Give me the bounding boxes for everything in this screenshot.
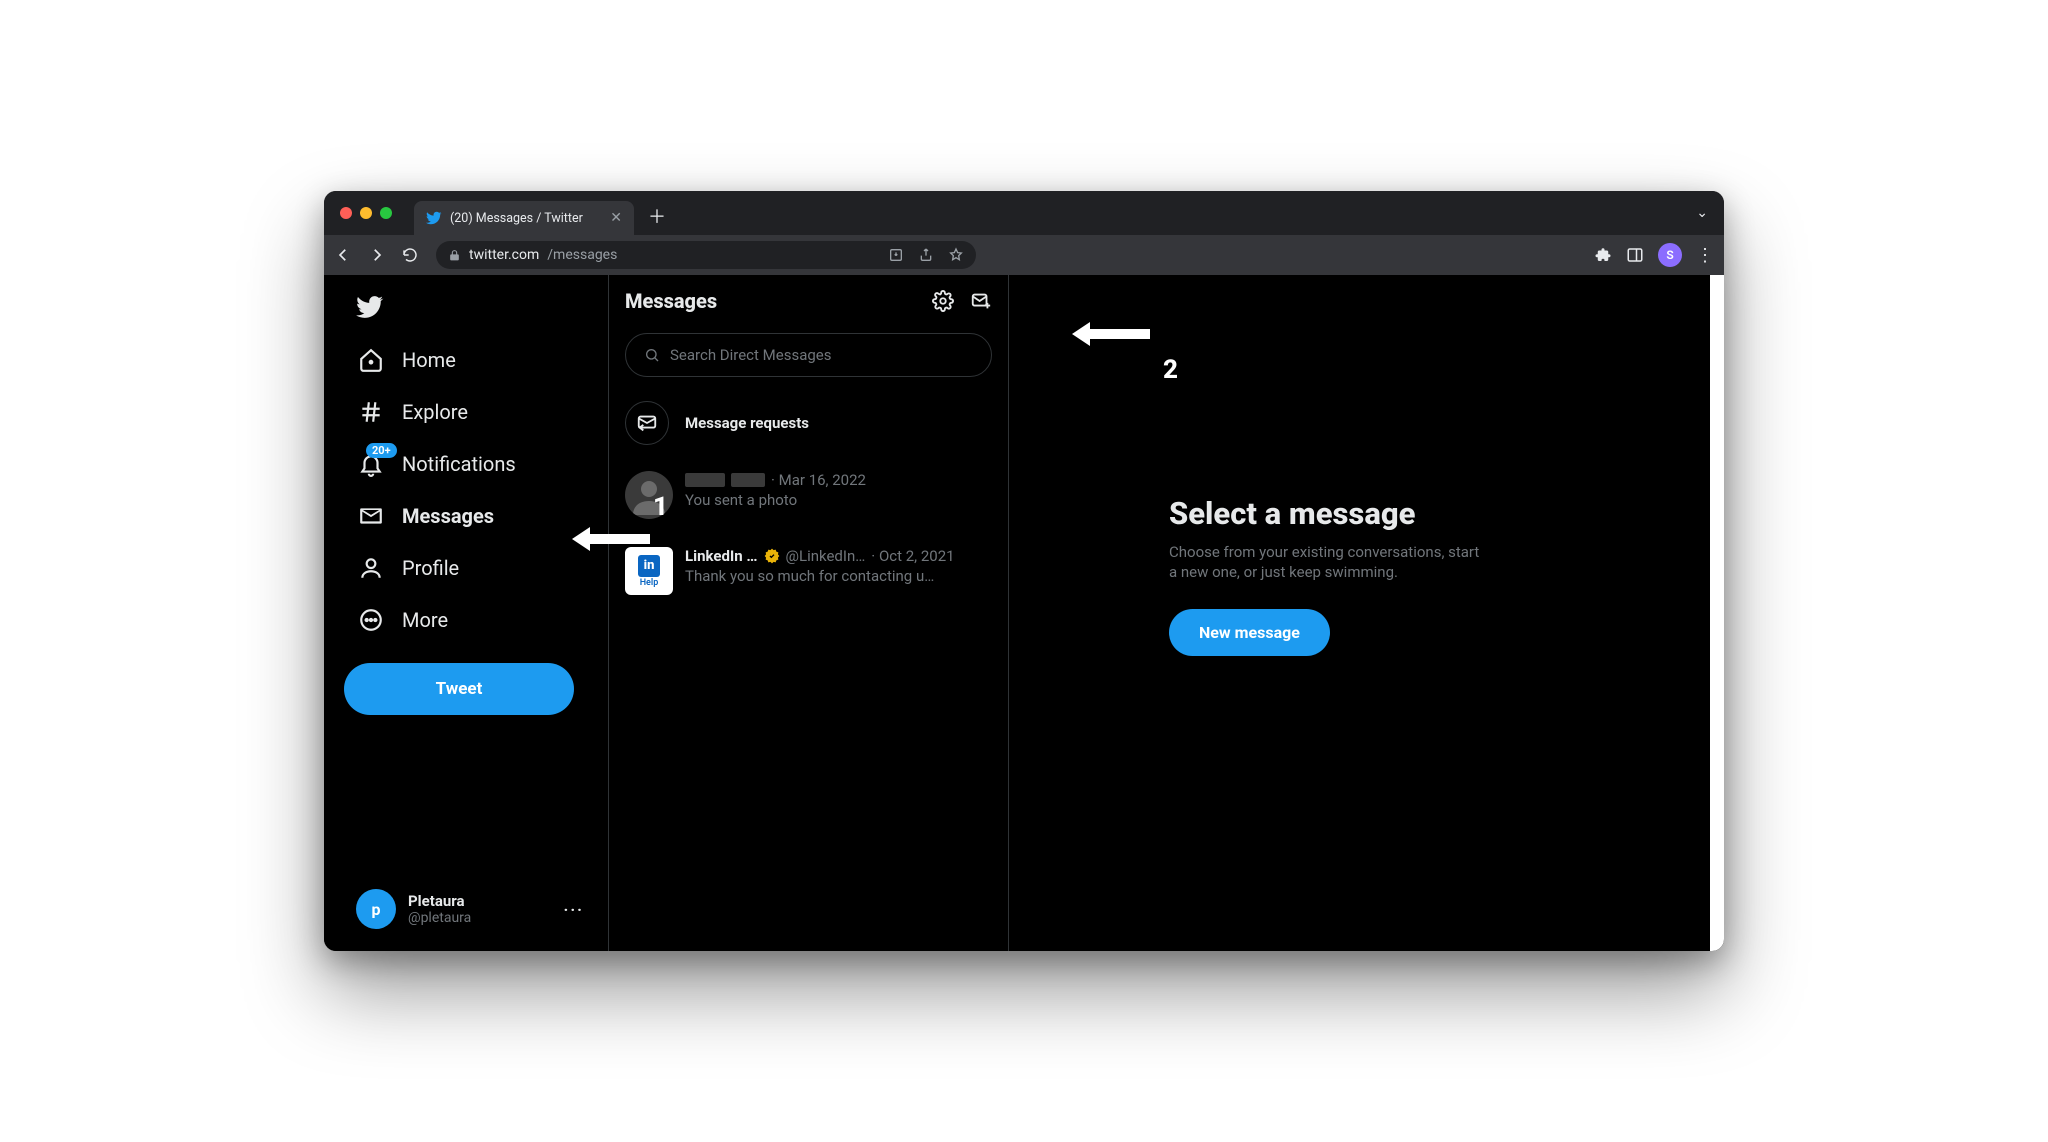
nav-label: More: [402, 608, 448, 632]
address-bar[interactable]: twitter.com/messages: [436, 241, 976, 269]
twitter-app: Home Explore 20+ Notifications Messages: [324, 275, 1724, 951]
envelope-icon: [358, 503, 384, 529]
fullscreen-window-button[interactable]: [380, 207, 392, 219]
nav-messages[interactable]: Messages: [344, 491, 596, 541]
messages-header: Messages: [609, 275, 1008, 323]
new-message-button[interactable]: New message: [1169, 609, 1330, 656]
conversation-pane: Select a message Choose from your existi…: [1009, 275, 1724, 951]
linkedin-help-label: Help: [640, 578, 659, 588]
install-icon[interactable]: [888, 247, 904, 263]
url-actions: [888, 247, 964, 263]
conversation-preview: You sent a photo: [685, 491, 866, 509]
sidepanel-icon[interactable]: [1626, 246, 1644, 264]
conversation-date: · Oct 2, 2021: [871, 547, 954, 565]
account-switcher[interactable]: p Pletaura @pletaura ···: [344, 879, 596, 939]
redacted-handle: [731, 473, 765, 487]
verified-badge-icon: [764, 548, 780, 564]
nav-profile[interactable]: Profile: [344, 543, 596, 593]
nav-notifications[interactable]: 20+ Notifications: [344, 439, 596, 489]
tabs-overflow-icon[interactable]: ⌄: [1696, 205, 1714, 221]
conversation-handle: @LinkedIn…: [786, 547, 866, 565]
conversation-avatar: [625, 471, 673, 519]
close-window-button[interactable]: [340, 207, 352, 219]
primary-nav: Home Explore 20+ Notifications Messages: [324, 275, 609, 951]
share-icon[interactable]: [918, 247, 934, 263]
reload-button[interactable]: [402, 247, 422, 263]
account-more-icon[interactable]: ···: [564, 900, 584, 919]
url-path: /messages: [547, 247, 617, 263]
nav-label: Messages: [402, 504, 494, 528]
window-controls: [340, 207, 392, 219]
back-button[interactable]: [334, 246, 354, 264]
messages-title: Messages: [625, 289, 717, 313]
search-placeholder: Search Direct Messages: [670, 346, 831, 364]
tab-title: (20) Messages / Twitter: [450, 211, 583, 226]
search-icon: [644, 347, 660, 363]
browser-tab[interactable]: (20) Messages / Twitter ✕: [414, 201, 634, 235]
notifications-badge: 20+: [366, 443, 397, 458]
conversation-name: LinkedIn …: [685, 547, 758, 565]
linkedin-in-icon: in: [638, 555, 660, 577]
nav-explore[interactable]: Explore: [344, 387, 596, 437]
conversation-date: · Mar 16, 2022: [771, 471, 866, 489]
conversation-avatar: in Help: [625, 547, 673, 595]
scrollbar-track[interactable]: [1710, 275, 1724, 951]
nav-label: Home: [402, 348, 456, 372]
twitter-logo-icon[interactable]: [344, 283, 394, 331]
message-requests-icon: [625, 401, 669, 445]
messages-column: Messages Search Direct Messages: [609, 275, 1009, 951]
tweet-button[interactable]: Tweet: [344, 663, 574, 715]
nav-home[interactable]: Home: [344, 335, 596, 385]
nav-more[interactable]: More: [344, 595, 596, 645]
bookmark-star-icon[interactable]: [948, 247, 964, 263]
browser-menu-icon[interactable]: ⋮: [1696, 245, 1714, 266]
conversation-preview: Thank you so much for contacting u…: [685, 567, 955, 585]
lock-icon: [448, 249, 461, 262]
home-icon: [358, 347, 384, 373]
new-tab-button[interactable]: ＋: [642, 203, 672, 229]
nav-label: Profile: [402, 556, 459, 580]
hash-icon: [358, 399, 384, 425]
account-name: Pletaura: [408, 892, 471, 910]
more-circle-icon: [358, 607, 384, 633]
conversation-row[interactable]: · Mar 16, 2022 You sent a photo: [609, 457, 1008, 533]
minimize-window-button[interactable]: [360, 207, 372, 219]
browser-profile-avatar[interactable]: S: [1658, 243, 1682, 267]
twitter-favicon-icon: [426, 210, 442, 226]
extensions-icon[interactable]: [1594, 246, 1612, 264]
url-domain: twitter.com: [469, 247, 539, 263]
empty-state-title: Select a message: [1169, 495, 1489, 532]
empty-state-body: Choose from your existing conversations,…: [1169, 542, 1489, 583]
forward-button[interactable]: [368, 246, 388, 264]
nav-label: Notifications: [402, 452, 516, 476]
browser-tabbar: (20) Messages / Twitter ✕ ＋ ⌄: [324, 191, 1724, 235]
message-requests-label: Message requests: [685, 414, 809, 432]
person-icon: [358, 555, 384, 581]
message-requests-row[interactable]: Message requests: [609, 389, 1008, 457]
redacted-name: [685, 473, 725, 487]
close-tab-icon[interactable]: ✕: [610, 210, 622, 226]
browser-toolbar: twitter.com/messages S ⋮: [324, 235, 1724, 275]
new-message-icon[interactable]: [970, 290, 992, 312]
messages-search[interactable]: Search Direct Messages: [625, 333, 992, 377]
account-handle: @pletaura: [408, 910, 471, 926]
browser-window: (20) Messages / Twitter ✕ ＋ ⌄ twitter.co…: [324, 191, 1724, 951]
account-avatar: p: [356, 889, 396, 929]
messages-settings-icon[interactable]: [932, 290, 954, 312]
conversation-row[interactable]: in Help LinkedIn … @LinkedIn… · Oct 2, 2…: [609, 533, 1008, 609]
nav-label: Explore: [402, 400, 468, 424]
